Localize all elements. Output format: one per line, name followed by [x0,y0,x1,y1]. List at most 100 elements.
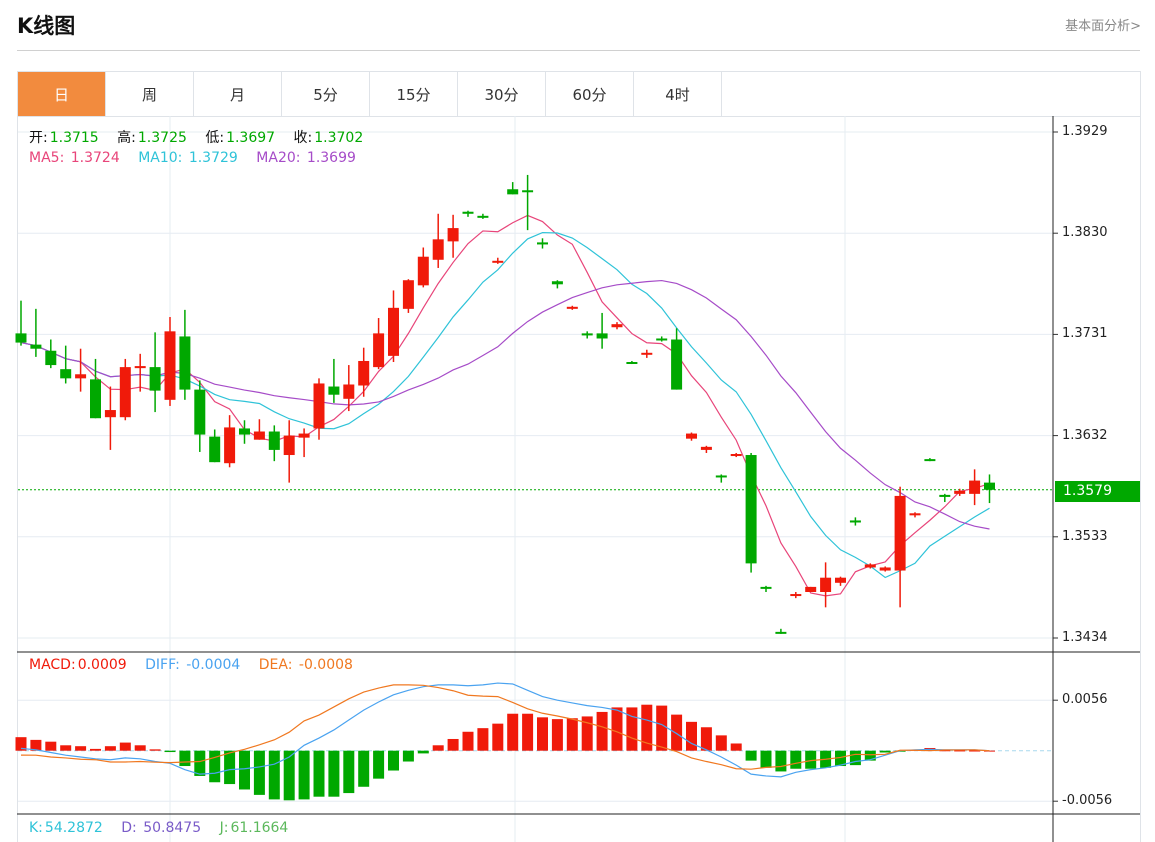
kdj-info: K: 54.2872 D: 50.8475 J: 61.1664 [29,820,290,836]
ma5-value: 1.3724 [70,150,120,166]
candle-body [209,436,221,463]
candle-body [954,490,966,494]
candle-body [104,410,116,418]
candle-body [119,367,131,418]
ma20-value: 1.3699 [306,150,356,166]
ma10-value: 1.3729 [188,150,238,166]
macd-bar [492,723,504,751]
macd-bar [343,750,355,794]
j-label: J: [219,820,229,836]
candle-body [15,333,27,343]
current-price-tag: 1.3579 [1055,481,1140,502]
candle-body [581,333,593,336]
macd-bar [45,741,57,751]
price-tick: 1.3434 [1062,630,1108,645]
dea-value: -0.0008 [298,657,353,673]
high-label: 高: [117,130,136,146]
candle-body [343,384,355,399]
candle-body [596,333,608,339]
candle-body [909,513,921,516]
price-tick: 1.3830 [1062,225,1108,240]
macd-bar [268,750,280,800]
macd-bar [358,750,370,787]
macd-bar [686,721,697,751]
ma10-line [20,231,990,579]
macd-info: MACD: 0.0009 DIFF: -0.0004 DEA: -0.0008 [29,657,355,673]
candle-body [537,242,548,245]
macd-bar [671,714,683,751]
close-label: 收: [293,130,313,146]
macd-tick: 0.0056 [1062,692,1108,707]
macd-bar [60,745,72,751]
candle-body [402,280,414,309]
macd-bar [551,719,563,751]
candle-body [551,281,563,285]
candle-body [268,431,280,450]
price-tick: 1.3533 [1062,529,1108,544]
ma10-label: MA10: [138,150,183,166]
price-tick: 1.3929 [1062,124,1108,139]
candle-body [194,389,206,435]
macd-bar [879,750,891,753]
candle-body [730,454,742,457]
macd-bar [75,746,87,751]
macd-bar [134,745,146,751]
macd-bar [477,728,489,751]
candle-body [969,480,981,494]
candle-body [864,564,876,568]
candle-body [879,567,891,571]
macd-bar [760,750,772,768]
macd-bar [104,746,116,751]
candle-body [671,339,683,390]
macd-bar [566,718,578,751]
candle-body [805,586,817,592]
macd-bar [611,707,623,751]
macd-bar [402,750,414,762]
k-value: 54.2872 [44,820,103,836]
macd-bar [209,750,221,783]
macd-bar [179,750,191,767]
candle-body [45,350,57,366]
candle-body [179,336,191,390]
macd-bar [373,750,385,779]
diff-value: -0.0004 [186,657,241,673]
candle-body [75,374,87,379]
macd-tick: -0.0056 [1062,793,1113,808]
macd-label: MACD: [29,657,76,673]
candle-body [924,459,936,462]
candle-body [715,475,727,478]
ma20-line [20,279,990,530]
high-value: 1.3725 [137,130,187,146]
macd-bar [164,750,176,753]
macd-bar [462,731,474,751]
d-label: D: [121,820,137,836]
candle-body [775,631,787,634]
candle-body [522,190,534,193]
d-value: 50.8475 [143,820,202,836]
candle-body [149,367,161,391]
macd-bar [790,750,802,769]
macd-bar [149,749,161,751]
macd-bar [626,707,638,751]
candle-body [894,495,906,571]
macd-bar [194,750,206,776]
macd-bar [313,750,325,797]
candle-body [224,427,236,464]
k-label: K: [29,820,43,836]
macd-bar [954,750,966,752]
macd-bar [253,750,265,795]
candle-body [373,333,385,368]
candle-body [328,386,340,395]
candle-body [641,352,653,355]
macd-bar [522,713,534,751]
candle-body [700,446,712,450]
price-tick: 1.3632 [1062,428,1108,443]
macd-bar [239,750,250,790]
close-value: 1.3702 [314,130,364,146]
candle-body [283,435,295,456]
candle-body [477,215,489,218]
candle-body [164,331,176,400]
candle-body [388,307,399,356]
candle-body [745,455,757,564]
candle-body [790,594,802,597]
